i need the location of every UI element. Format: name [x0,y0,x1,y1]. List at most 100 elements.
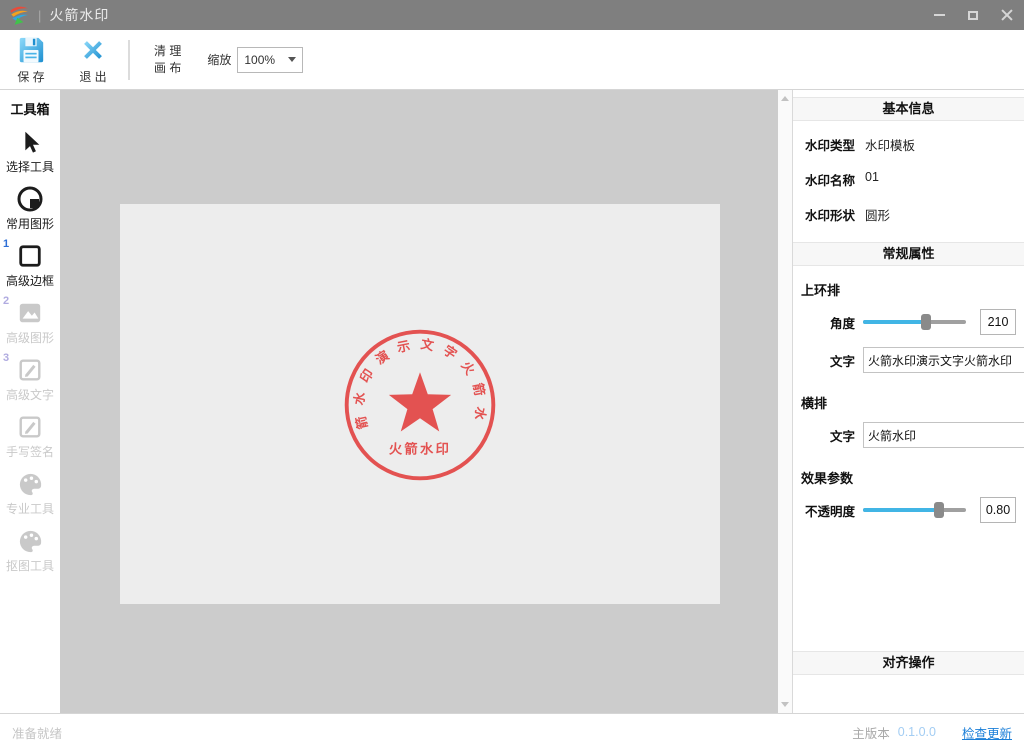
align-ops-area [793,675,1024,713]
upper-ring-text-row: 文字 [793,341,1024,379]
clear-canvas-button[interactable]: 清 理 画 布 [142,32,193,88]
scroll-down-icon[interactable] [781,702,789,707]
zoom-label: 缩放 [207,53,232,67]
tool-select-label: 选择工具 [5,160,54,174]
exit-x-icon [84,40,102,59]
toolbar: 保 存 退 出 清 理 画 布 缩放 100% [0,30,1024,90]
zoom-value: 100% [244,52,276,67]
stamp-center-text: 火箭水印 [389,440,451,456]
info-row-type: 水印类型 水印模板 [793,127,1024,162]
basic-info-rows: 水印类型 水印模板 水印名称 01 水印形状 圆形 [793,121,1024,242]
palette-icon [15,469,45,499]
tool-advanced-image: 2 高级图形 [0,295,60,346]
tool-advanced-text: 3 高级文字 [0,352,60,403]
maximize-button[interactable] [956,0,990,30]
stamp-star-icon [388,372,452,432]
canvas-workspace[interactable]: 火箭水印演示文字火箭水印 火箭水印 [60,90,778,713]
cursor-icon [15,127,45,157]
watermark-name-label: 水印名称 [805,174,856,188]
watermark-stamp[interactable]: 火箭水印演示文字火箭水印 火箭水印 [342,327,498,483]
tool-select[interactable]: 选择工具 [0,127,60,175]
horizontal-text-row: 文字 [793,416,1024,454]
version-value: 0.1.0.0 [897,725,936,739]
save-label: 保 存 [17,69,45,84]
upper-ring-text-label: 文字 [829,354,855,369]
text-edit-icon [15,355,45,385]
content: 工具箱 选择工具 常用图形 1 高级边框 2 高级图形 3 高级文字 手写签名 … [0,90,1024,713]
tool-common-shapes-label: 常用图形 [5,217,54,231]
properties-panel: 基本信息 水印类型 水印模板 水印名称 01 水印形状 圆形 常规属性 上环排 … [792,90,1024,713]
section-header-basic-info: 基本信息 [793,97,1024,121]
opacity-slider-fill [863,508,940,512]
tool-advanced-text-label: 高级文字 [5,388,54,402]
shapes-icon [15,184,45,214]
window-title: 火箭水印 [49,7,110,23]
toolbox-sidebar: 工具箱 选择工具 常用图形 1 高级边框 2 高级图形 3 高级文字 手写签名 … [0,90,60,713]
toolbox-header: 工具箱 [10,102,50,117]
clear-canvas-line2: 画 布 [154,60,182,75]
horizontal-text-label: 文字 [829,429,855,444]
section-header-align-ops: 对齐操作 [793,651,1024,675]
horizontal-text-input[interactable] [863,422,1024,448]
horizontal-title: 横排 [801,396,828,411]
watermark-type-label: 水印类型 [805,139,856,153]
zoom-select[interactable]: 100% [237,46,304,73]
angle-input[interactable] [980,309,1016,335]
save-floppy-icon [19,37,44,62]
app-logo-icon [10,6,28,25]
tool-advanced-image-label: 高级图形 [5,331,54,345]
angle-row: 角度 [793,303,1024,341]
opacity-input[interactable] [980,497,1016,523]
image-icon [15,298,45,328]
watermark-shape-value: 圆形 [865,209,891,223]
vertical-scrollbar[interactable] [778,90,792,713]
upper-ring-text-input[interactable] [863,347,1024,373]
palette-icon [15,526,45,556]
angle-slider-fill [863,320,926,324]
angle-slider-thumb[interactable] [920,314,931,330]
section-header-general-props: 常规属性 [793,242,1024,266]
tool-advanced-border-label: 高级边框 [5,274,54,288]
zoom-group: 缩放 100% [207,46,304,73]
opacity-slider-thumb[interactable] [934,502,945,518]
app-window: | 火箭水印 保 存 退 出 清 理 画 布 缩放 100% 工具箱 选择工具 … [0,0,1024,750]
upper-ring-title: 上环排 [801,283,841,298]
opacity-slider[interactable] [863,501,966,519]
status-ready-text: 准备就绪 [12,726,63,741]
clear-canvas-line1: 清 理 [154,43,182,58]
tool-cutout: 抠图工具 [0,526,60,574]
toolbar-separator [128,39,130,80]
status-bar: 准备就绪 主版本 0.1.0.0 检查更新 [0,713,1024,750]
title-bar: | 火箭水印 [0,0,1024,30]
version-label: 主版本 [852,726,890,741]
tool-badge-3: 3 [3,352,10,364]
tool-signature: 手写签名 [0,412,60,460]
border-icon [15,241,45,271]
exit-label: 退 出 [79,69,107,84]
close-button[interactable] [990,0,1024,30]
chevron-down-icon [288,57,297,62]
close-icon [1001,9,1013,21]
check-update-link[interactable]: 检查更新 [962,723,1012,742]
watermark-type-value: 水印模板 [865,139,916,153]
save-button[interactable]: 保 存 [0,32,62,88]
minimize-button[interactable] [922,0,956,30]
tool-signature-label: 手写签名 [5,445,54,459]
scroll-up-icon[interactable] [781,96,789,101]
minimize-icon [933,14,945,16]
watermark-name-value: 01 [865,170,879,184]
tool-badge-2: 2 [3,295,10,307]
exit-button[interactable]: 退 出 [62,32,124,88]
maximize-icon [968,10,978,20]
angle-slider[interactable] [863,313,966,331]
tool-advanced-border[interactable]: 1 高级边框 [0,238,60,289]
canvas-paper[interactable]: 火箭水印演示文字火箭水印 火箭水印 [120,204,720,604]
tool-common-shapes[interactable]: 常用图形 [0,184,60,232]
tool-badge-1: 1 [3,238,10,250]
tool-professional-label: 专业工具 [5,502,54,516]
effect-params-title: 效果参数 [801,471,854,486]
angle-label: 角度 [829,316,855,331]
info-row-shape: 水印形状 圆形 [793,197,1024,232]
title-divider: | [38,7,42,23]
tool-professional: 专业工具 [0,469,60,517]
